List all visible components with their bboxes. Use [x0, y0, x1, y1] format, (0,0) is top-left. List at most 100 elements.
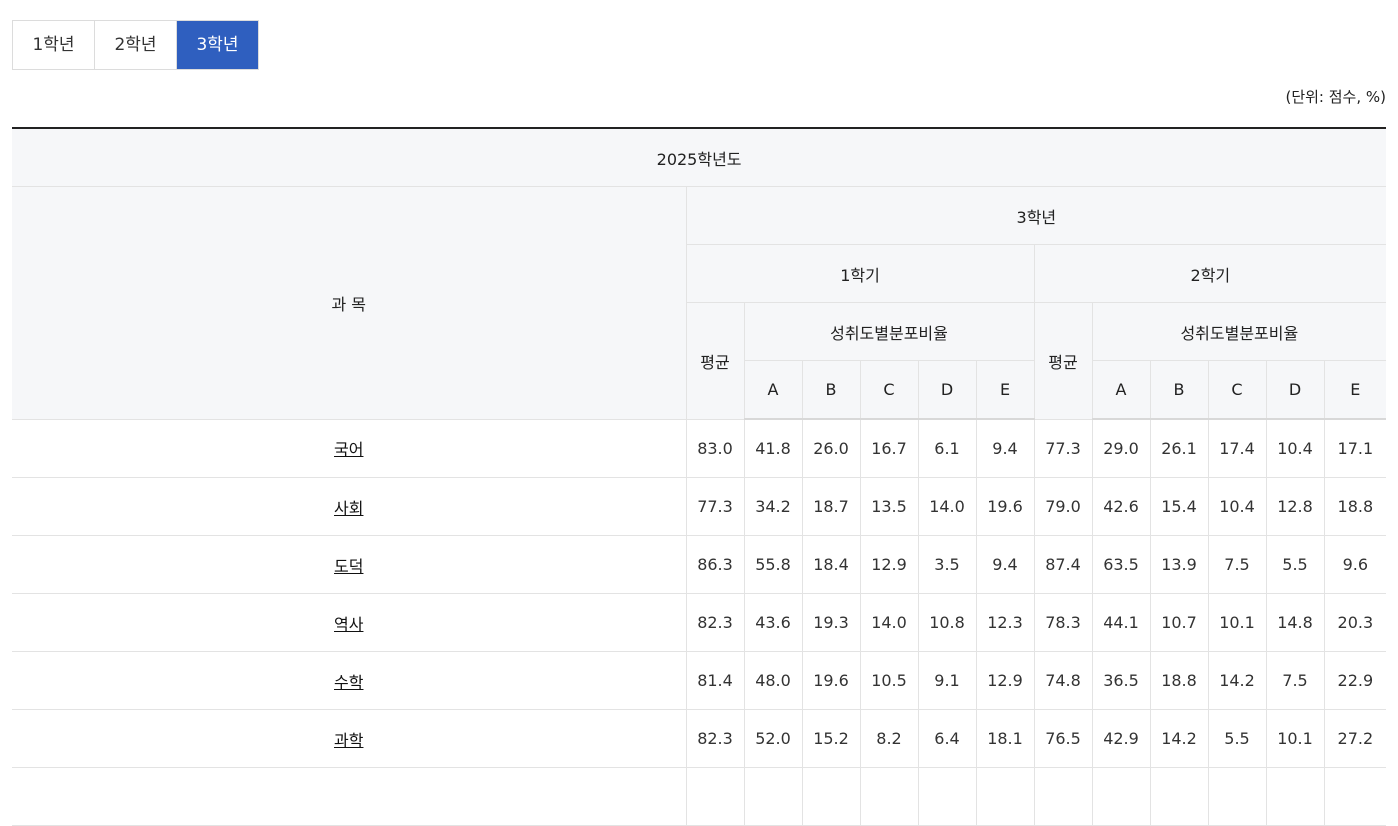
level-header-c: C: [1207, 360, 1267, 420]
ratio-cell: 36.5: [1091, 651, 1151, 710]
table-row: 도덕 86.3 55.8 18.4 12.9 3.5 9.4 87.4 63.5 13.9 7.5 5…: [12, 535, 1387, 594]
level-header-d: D: [917, 360, 977, 420]
semester-1-header: 1학기: [686, 244, 1035, 303]
subject-link[interactable]: 역사: [334, 615, 363, 634]
ratio-cell: 3.5: [917, 535, 977, 594]
ratio-cell: 10.1: [1265, 709, 1325, 768]
ratio-cell: 34.2: [743, 477, 803, 536]
ratio-cell: 14.2: [1207, 651, 1267, 710]
ratio-cell: 19.3: [801, 593, 861, 652]
average-cell: 78.3: [1033, 593, 1093, 652]
ratio-cell: 10.4: [1265, 418, 1325, 478]
semester-2-header: 2학기: [1033, 244, 1387, 303]
ratio-cell: 15.2: [801, 709, 861, 768]
ratio-cell: 42.9: [1091, 709, 1151, 768]
ratio-cell: 19.6: [975, 477, 1035, 536]
average-cell: 74.8: [1033, 651, 1093, 710]
ratio-cell: 44.1: [1091, 593, 1151, 652]
average-cell: 87.4: [1033, 535, 1093, 594]
ratio-cell: 17.1: [1323, 418, 1387, 478]
level-header-b: B: [1149, 360, 1209, 420]
year-header: 2025학년도: [12, 128, 1387, 187]
level-header-e: E: [975, 360, 1035, 420]
subject-header: 과 목: [12, 186, 687, 420]
subject-link[interactable]: 도덕: [334, 557, 363, 576]
ratio-cell: [917, 767, 977, 826]
ratio-cell: 12.3: [975, 593, 1035, 652]
grade-header: 3학년: [685, 186, 1387, 245]
tab-grade-2[interactable]: 2학년: [95, 21, 177, 69]
average-cell: [685, 767, 745, 826]
ratio-cell: [859, 767, 919, 826]
average-cell: 83.0: [685, 418, 745, 478]
ratio-cell: 6.1: [917, 418, 977, 478]
ratio-cell: 18.7: [801, 477, 861, 536]
subject-cell: 사회: [12, 477, 687, 536]
ratio-cell: 43.6: [743, 593, 803, 652]
subject-cell: [12, 767, 687, 826]
ratio-cell: 42.6: [1091, 477, 1151, 536]
ratio-cell: 14.0: [859, 593, 919, 652]
ratio-cell: 26.1: [1149, 418, 1209, 478]
ratio-cell: [1323, 767, 1387, 826]
ratio-cell: 18.4: [801, 535, 861, 594]
ratio-cell: 12.8: [1265, 477, 1325, 536]
ratio-cell: 19.6: [801, 651, 861, 710]
ratio-cell: 20.3: [1323, 593, 1387, 652]
tab-grade-3[interactable]: 3학년: [177, 21, 258, 69]
tab-grade-1[interactable]: 1학년: [13, 21, 95, 69]
level-header-a: A: [744, 360, 803, 420]
average-cell: 82.3: [685, 709, 745, 768]
ratio-cell: 18.1: [975, 709, 1035, 768]
average-cell: 77.3: [1033, 418, 1093, 478]
ratio-cell: 55.8: [743, 535, 803, 594]
ratio-cell: 10.4: [1207, 477, 1267, 536]
ratio-cell: 29.0: [1091, 418, 1151, 478]
subject-link[interactable]: 국어: [334, 440, 363, 459]
ratio-cell: 14.2: [1149, 709, 1209, 768]
ratio-cell: [1149, 767, 1209, 826]
level-header-e: E: [1323, 360, 1387, 420]
ratio-cell: 6.4: [917, 709, 977, 768]
ratio-cell: 52.0: [743, 709, 803, 768]
ratio-cell: 13.9: [1149, 535, 1209, 594]
ratio-cell: 7.5: [1265, 651, 1325, 710]
ratio-cell: [801, 767, 861, 826]
unit-note: (단위: 점수, %): [1285, 88, 1386, 106]
average-cell: 77.3: [685, 477, 745, 536]
ratio-cell: 10.5: [859, 651, 919, 710]
ratio-cell: [1265, 767, 1325, 826]
subject-link[interactable]: 수학: [334, 673, 363, 692]
subject-link[interactable]: 과학: [334, 731, 363, 750]
ratio-cell: 7.5: [1207, 535, 1267, 594]
average-cell: 79.0: [1033, 477, 1093, 536]
ratio-cell: [1207, 767, 1267, 826]
ratio-cell: [743, 767, 803, 826]
ratio-cell: 14.8: [1265, 593, 1325, 652]
semester-1-distribution-header: 성취도별분포비율: [743, 302, 1035, 361]
semester-2-average-header: 평균: [1033, 302, 1093, 420]
ratio-cell: [1091, 767, 1151, 826]
ratio-cell: 27.2: [1323, 709, 1387, 768]
level-header-c: C: [859, 360, 919, 420]
ratio-cell: 18.8: [1149, 651, 1209, 710]
semester-2-distribution-header: 성취도별분포비율: [1091, 302, 1387, 361]
average-cell: 86.3: [685, 535, 745, 594]
subject-link[interactable]: 사회: [334, 499, 363, 518]
ratio-cell: 12.9: [859, 535, 919, 594]
ratio-cell: 48.0: [743, 651, 803, 710]
ratio-cell: 10.7: [1149, 593, 1209, 652]
ratio-cell: 9.4: [975, 535, 1035, 594]
grade-tabs: 1학년 2학년 3학년: [12, 20, 259, 70]
subject-cell: 수학: [12, 651, 687, 710]
grade-distribution-table: 2025학년도 과 목 3학년 1학기 2학기 평균 성취도별분포비율 평균 성…: [12, 127, 1387, 826]
ratio-cell: 8.2: [859, 709, 919, 768]
table-row: 수학 81.4 48.0 19.6 10.5 9.1 12.9 74.8 36.5 18.8 14.…: [12, 651, 1387, 710]
table-row: 국어 83.0 41.8 26.0 16.7 6.1 9.4 77.3 29.0 26.1 17.4…: [12, 418, 1387, 478]
ratio-cell: 15.4: [1149, 477, 1209, 536]
ratio-cell: 26.0: [801, 418, 861, 478]
ratio-cell: 14.0: [917, 477, 977, 536]
ratio-cell: 5.5: [1265, 535, 1325, 594]
ratio-cell: 10.1: [1207, 593, 1267, 652]
ratio-cell: [975, 767, 1035, 826]
